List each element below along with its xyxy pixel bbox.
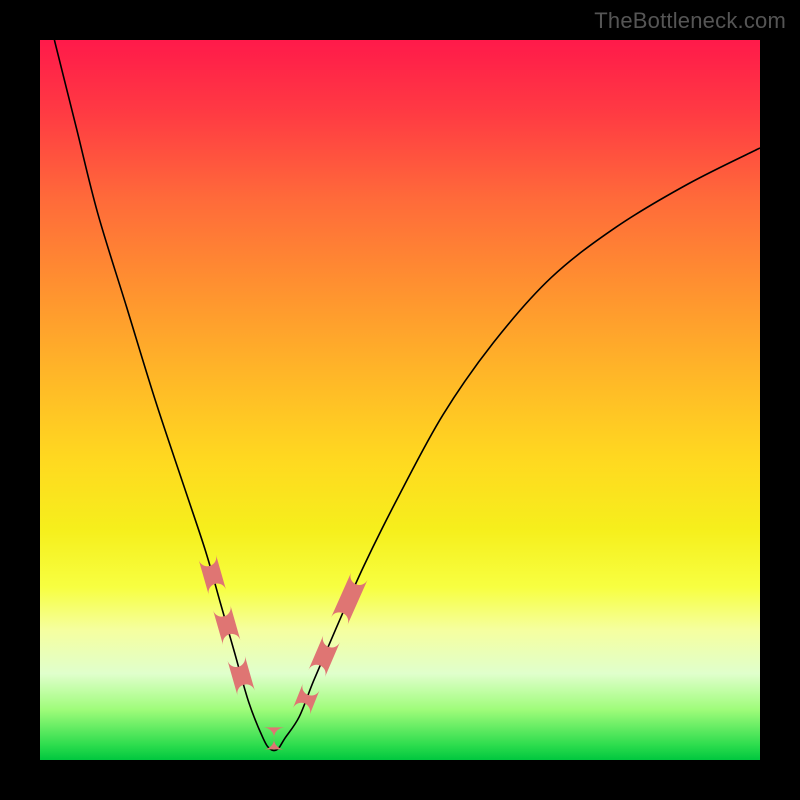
chart-frame: TheBottleneck.com [0,0,800,800]
plot-background-gradient [40,40,760,760]
watermark-text: TheBottleneck.com [594,8,786,34]
